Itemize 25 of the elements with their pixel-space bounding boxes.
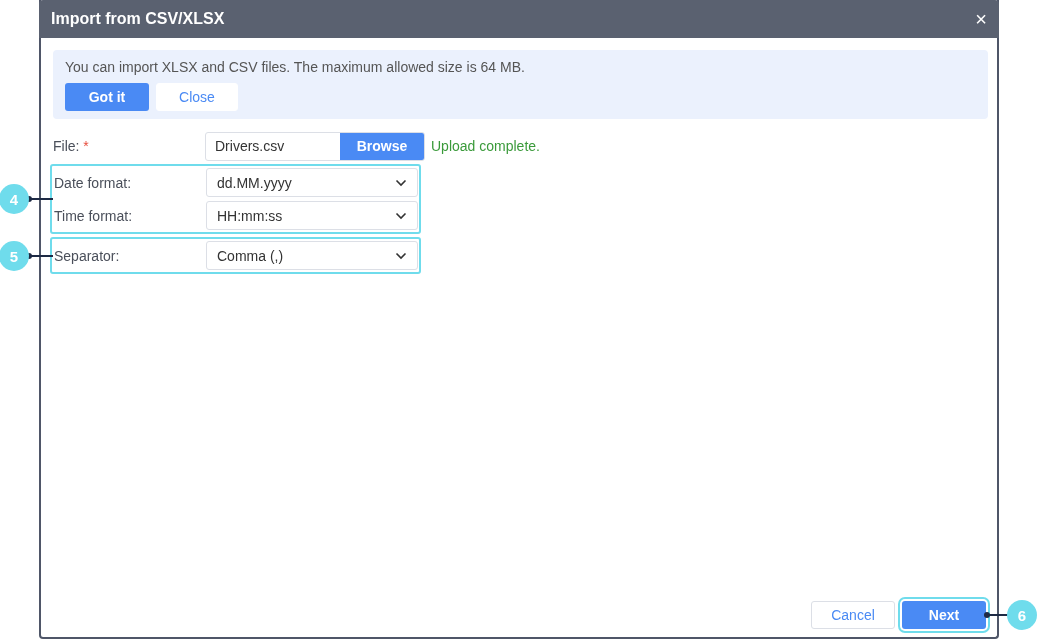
dismiss-button[interactable]: Close <box>156 83 238 111</box>
close-button[interactable]: × <box>975 7 987 31</box>
dropdown-field[interactable]: HH:mm:ss <box>206 201 418 230</box>
dropdown-field[interactable]: dd.MM.yyyy <box>206 168 418 197</box>
leader-line <box>29 255 53 257</box>
cancel-button[interactable]: Cancel <box>811 601 895 629</box>
dropdown-field[interactable]: Comma (,) <box>206 241 418 270</box>
chevron-down-icon <box>395 178 407 187</box>
file-field[interactable]: Drivers.csv Browse <box>205 131 425 161</box>
field-label: Separator: <box>53 247 121 264</box>
window-title: Import from CSV/XLSX <box>51 10 225 28</box>
browse-button[interactable]: Browse <box>340 132 424 160</box>
field-label: File: * <box>53 138 90 154</box>
status-text: Upload complete. <box>431 138 540 154</box>
anchor-dot <box>984 612 990 618</box>
field-label: Time format: <box>53 207 134 224</box>
callout-badge: 4 <box>0 184 29 214</box>
callout-badge: 5 <box>0 241 29 271</box>
confirm-button[interactable]: Got it <box>65 83 149 111</box>
chevron-down-icon <box>395 251 407 260</box>
field-label: Date format: <box>53 174 133 191</box>
info-text: You can import XLSX and CSV files. The maximum allowed size is 64 MB. <box>65 59 526 75</box>
chevron-down-icon <box>395 211 407 220</box>
leader-line <box>29 198 53 200</box>
callout-badge: 6 <box>1007 600 1037 630</box>
